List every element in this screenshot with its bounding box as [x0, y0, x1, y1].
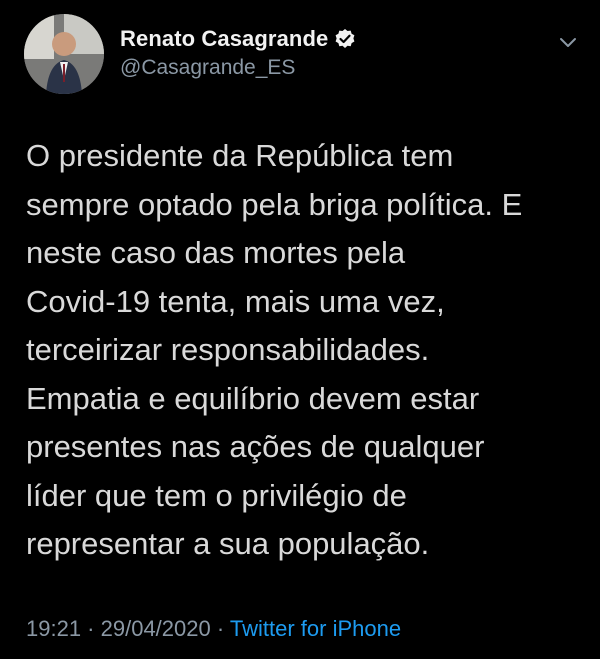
tweet-line: Empatia e equilíbrio devem estar [26, 380, 480, 416]
chevron-down-icon[interactable] [556, 30, 580, 54]
tweet-line: líder que tem o privilégio de [26, 477, 407, 513]
meta-separator: · [210, 616, 230, 641]
tweet-line: sempre optado pela briga política. E [26, 186, 523, 222]
tweet-text: O presidente da República tem sempre opt… [26, 132, 586, 569]
display-name[interactable]: Renato Casagrande [120, 26, 328, 52]
tweet-time[interactable]: 19:21 [26, 616, 81, 641]
tweet-meta: 19:21 · 29/04/2020 · Twitter for iPhone [26, 616, 401, 642]
tweet-line: representar a sua população. [26, 526, 430, 561]
handle[interactable]: @Casagrande_ES [120, 56, 356, 80]
tweet-line: presentes nas ações de qualquer [26, 429, 485, 464]
tweet-line: neste caso das mortes pela [26, 235, 406, 270]
tweet-line: Covid-19 tenta, mais uma vez, [26, 283, 445, 319]
tweet-line: O presidente da República tem [26, 138, 454, 173]
tweet-header: Renato Casagrande @Casagrande_ES [24, 14, 580, 94]
tweet-date[interactable]: 29/04/2020 [101, 616, 211, 641]
meta-separator: · [81, 616, 101, 641]
avatar[interactable] [24, 14, 104, 94]
verified-badge-icon [334, 28, 356, 50]
tweet-line: terceirizar responsabilidades. [26, 332, 430, 367]
tweet-source-link[interactable]: Twitter for iPhone [230, 616, 401, 641]
author-info: Renato Casagrande @Casagrande_ES [120, 26, 356, 80]
